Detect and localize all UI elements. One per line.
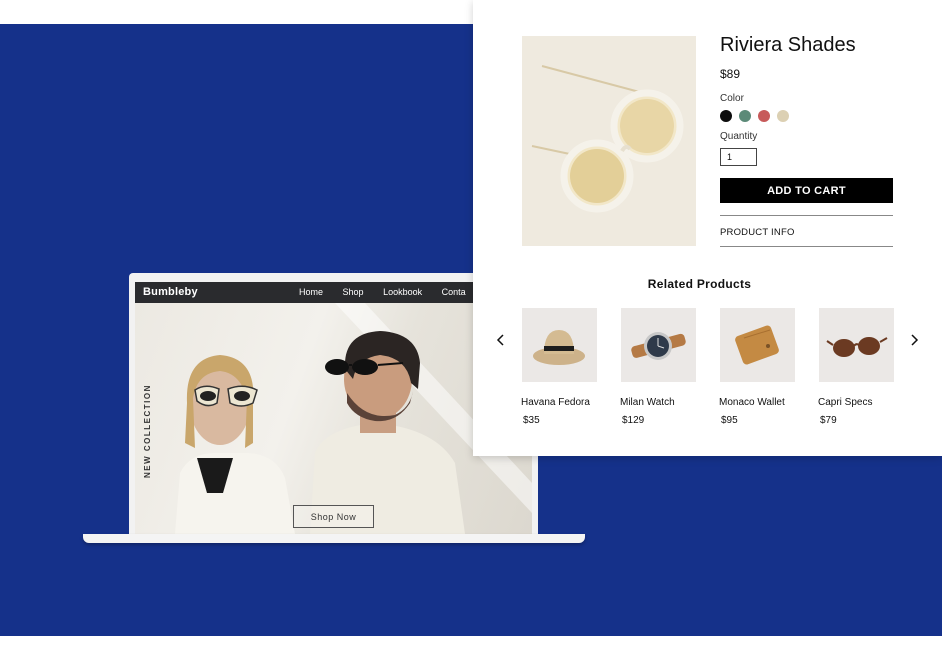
wristwatch-icon[interactable] [621, 308, 696, 382]
color-swatch-red[interactable] [758, 110, 770, 122]
add-to-cart-button[interactable]: ADD TO CART [720, 178, 893, 203]
related-product-name[interactable]: Havana Fedora [521, 397, 590, 408]
nav-link-shop[interactable]: Shop [343, 287, 364, 297]
product-image [522, 36, 696, 246]
color-swatch-black[interactable] [720, 110, 732, 122]
sunglasses-product-image [522, 36, 696, 246]
divider [720, 246, 893, 247]
new-collection-label: NEW COLLECTION [143, 384, 152, 478]
product-panel: Riviera Shades $89 Color Quantity ADD TO… [473, 0, 942, 456]
site-logo[interactable]: Bumbleby [143, 286, 198, 298]
related-product-price: $129 [622, 415, 645, 426]
wallet-icon[interactable] [720, 308, 795, 382]
related-product-name[interactable]: Monaco Wallet [719, 397, 785, 408]
site-nav-links: Home Shop Lookbook Conta [299, 287, 483, 297]
sunglasses-icon[interactable] [819, 308, 894, 382]
quantity-input[interactable] [720, 148, 757, 166]
related-product-price: $95 [721, 415, 738, 426]
related-product-price: $79 [820, 415, 837, 426]
nav-link-home[interactable]: Home [299, 287, 323, 297]
chevron-left-icon[interactable] [495, 333, 507, 347]
product-price: $89 [720, 67, 741, 81]
product-info-toggle[interactable]: PRODUCT INFO [720, 227, 795, 238]
color-swatch-beige[interactable] [777, 110, 789, 122]
quantity-label: Quantity [720, 131, 758, 142]
related-product-name[interactable]: Capri Specs [818, 397, 872, 408]
stage: NEW COLLECTION Shop Now Bumbleby Home Sh… [0, 0, 942, 646]
laptop-base [83, 534, 585, 543]
color-swatch-green[interactable] [739, 110, 751, 122]
related-products-title: Related Products [647, 277, 752, 291]
divider [720, 215, 893, 216]
fedora-hat-icon[interactable] [522, 308, 597, 382]
nav-link-contact[interactable]: Conta [442, 287, 466, 297]
related-product-card[interactable]: Monaco Wallet $95 [719, 308, 795, 426]
related-product-name[interactable]: Milan Watch [620, 397, 675, 408]
shop-now-button[interactable]: Shop Now [293, 505, 374, 528]
color-label: Color [720, 93, 744, 104]
product-title: Riviera Shades [720, 34, 856, 56]
related-product-card[interactable]: Havana Fedora $35 [521, 308, 597, 426]
color-swatches [720, 110, 789, 122]
chevron-right-icon[interactable] [908, 333, 920, 347]
related-product-card[interactable]: Milan Watch $129 [620, 308, 696, 426]
related-product-price: $35 [523, 415, 540, 426]
nav-link-lookbook[interactable]: Lookbook [383, 287, 422, 297]
related-product-card[interactable]: Capri Specs $79 [818, 308, 894, 426]
